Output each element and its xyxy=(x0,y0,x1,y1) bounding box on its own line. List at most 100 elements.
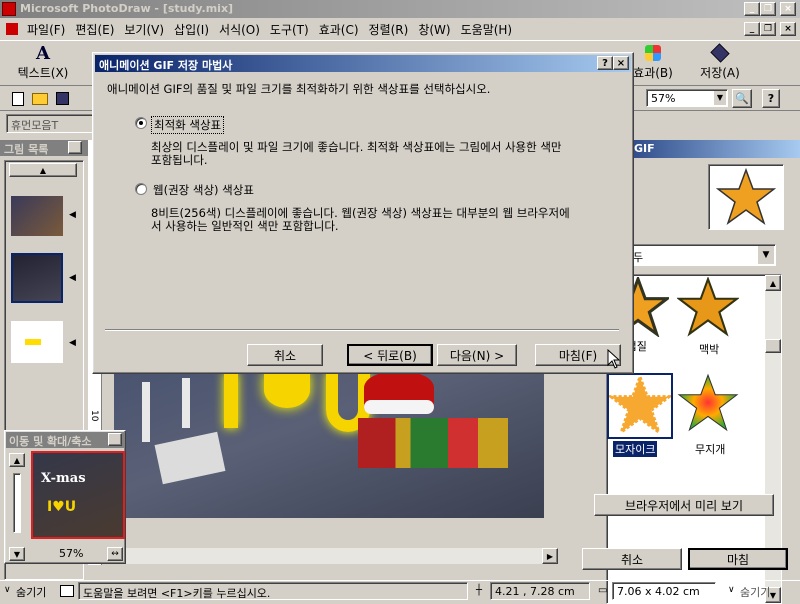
font-combo[interactable]: 휴먼모음T xyxy=(6,114,96,133)
close-button[interactable]: × xyxy=(780,2,796,16)
zoom-dropdown-arrow-icon[interactable]: ▼ xyxy=(714,91,726,105)
option-optimized-radio[interactable] xyxy=(135,117,147,129)
dialog-back-button[interactable]: < 뒤로(B) xyxy=(347,344,433,366)
doc-restore-button[interactable]: ❐ xyxy=(760,22,776,36)
cursor-pos-icon: ┼ xyxy=(476,585,483,596)
mosaic-star-icon xyxy=(606,372,674,436)
effects-tool[interactable]: 효과(B) xyxy=(628,43,678,85)
nav-panel-titlebar: 이동 및 확대/축소 × xyxy=(6,432,124,448)
zoom-value: 57% xyxy=(651,92,676,105)
panel-finish-button[interactable]: 마침 xyxy=(688,548,788,570)
app-title-bar: Microsoft PhotoDraw - [study.mix] _ ❐ × xyxy=(0,0,800,18)
open-icon[interactable] xyxy=(32,93,48,105)
dialog-title: 애니메이션 GIF 저장 마법사 xyxy=(99,59,233,72)
font-value: 휴먼모음T xyxy=(11,119,59,132)
menu-format[interactable]: 서식(O) xyxy=(219,21,260,38)
status-size: 7.06 x 4.02 cm xyxy=(612,582,716,600)
horizontal-scrollbar[interactable]: ▶ xyxy=(114,548,558,564)
option-web-radio[interactable] xyxy=(135,183,147,195)
status-hide-right-label[interactable]: 숨기기 xyxy=(740,584,770,600)
dialog-instruction: 애니메이션 GIF의 품질 및 파일 크기를 최적화하기 위한 색상표를 선택하… xyxy=(107,82,491,96)
menu-tools[interactable]: 도구(T) xyxy=(270,21,309,38)
zoom-out-icon[interactable]: ▼ xyxy=(9,547,25,561)
option-optimized-desc: 최상의 디스플레이 및 파일 크기에 좋습니다. 최적화 색상표에는 그림에서 … xyxy=(151,140,562,167)
menu-insert[interactable]: 삽입(I) xyxy=(174,21,209,38)
gallery-item-4[interactable] xyxy=(677,373,743,439)
thumb-2-arrow-icon: ◀ xyxy=(69,273,76,283)
doc-minimize-button[interactable]: _ xyxy=(744,22,760,36)
menu-view[interactable]: 보기(V) xyxy=(124,21,164,38)
zoom-combo[interactable]: 57% ▼ xyxy=(646,89,728,107)
zoom-in-icon[interactable]: ▲ xyxy=(9,453,25,467)
panel-cancel-button[interactable]: 취소 xyxy=(582,548,682,570)
gif-preview xyxy=(708,164,784,230)
hat-brim xyxy=(364,400,434,414)
picture-list-title: 그림 목록 xyxy=(4,143,49,156)
dialog-help-icon[interactable]: ? xyxy=(597,56,613,70)
new-icon[interactable] xyxy=(12,92,24,106)
card-image xyxy=(154,431,226,485)
mouse-cursor-icon xyxy=(607,349,621,369)
option-web-label[interactable]: 웹(권장 색상) 색상표 xyxy=(153,182,254,198)
gallery-scroll-thumb[interactable] xyxy=(765,339,781,353)
candle-right xyxy=(182,378,190,428)
dialog-close-icon[interactable]: × xyxy=(613,56,629,70)
save-icon[interactable] xyxy=(56,92,69,105)
gallery-item-2[interactable] xyxy=(676,276,743,339)
menu-effects[interactable]: 효과(C) xyxy=(319,21,359,38)
fit-window-icon[interactable]: ↔ xyxy=(107,547,123,561)
menu-file[interactable]: 파일(F) xyxy=(27,21,65,38)
canvas-image[interactable] xyxy=(114,372,544,518)
nav-panel-close-icon[interactable]: × xyxy=(108,433,122,446)
restore-button[interactable]: ❐ xyxy=(760,2,776,16)
save-tool[interactable]: 저장(A) xyxy=(690,43,750,85)
dialog-cancel-button[interactable]: 취소 xyxy=(247,344,323,366)
picture-list-scroll-up[interactable]: ▲ xyxy=(9,163,77,177)
gif-style-value: 두 xyxy=(633,251,644,264)
zoom-slider[interactable] xyxy=(13,473,21,533)
status-help-icon xyxy=(60,585,74,597)
status-coords: 4.21 , 7.28 cm xyxy=(490,582,590,600)
status-hide-arrow-icon[interactable]: ∨ xyxy=(4,585,11,595)
gift-boxes xyxy=(358,418,508,468)
candle-left xyxy=(142,382,150,442)
rainbow-star-icon xyxy=(677,373,739,432)
gif-panel-title: GIF xyxy=(634,142,655,155)
save-wizard-icon xyxy=(710,43,730,63)
radio-dot-icon xyxy=(139,121,143,125)
menu-window[interactable]: 창(W) xyxy=(418,21,450,38)
status-hide-right-arrow-icon[interactable]: ∨ xyxy=(728,585,735,595)
doc-icon xyxy=(6,23,18,35)
thumbnail-1[interactable] xyxy=(11,196,63,236)
status-help-text: 도움말을 보려면 <F1>키를 누르십시오. xyxy=(78,582,468,600)
nav-zoom-panel: 이동 및 확대/축소 × ▲ ▼ X-mas I♥U 57% ↔ xyxy=(4,430,126,564)
gallery-item-3[interactable] xyxy=(606,372,674,439)
picture-list-close-icon[interactable]: × xyxy=(68,141,82,154)
help-icon[interactable]: ? xyxy=(762,89,780,108)
zoom-tool-icon[interactable]: 🔍 xyxy=(732,89,752,108)
letter-i xyxy=(224,372,238,428)
menu-arrange[interactable]: 정렬(R) xyxy=(369,21,409,38)
thumb-3-heart-icon xyxy=(25,339,41,345)
minimize-button[interactable]: _ xyxy=(744,2,760,16)
app-title: Microsoft PhotoDraw - [study.mix] xyxy=(20,2,234,15)
menu-help[interactable]: 도움말(H) xyxy=(461,21,513,38)
nav-thumbnail[interactable]: X-mas I♥U xyxy=(31,451,125,539)
gif-style-arrow-icon[interactable]: ▼ xyxy=(758,246,774,264)
thumbnail-2[interactable] xyxy=(11,253,63,303)
heart-shape xyxy=(264,372,310,408)
menu-bar: 파일(F) 편집(E) 보기(V) 삽입(I) 서식(O) 도구(T) 효과(C… xyxy=(0,19,800,39)
option-optimized-label[interactable]: 최적화 색상표 xyxy=(151,116,225,134)
preview-star-icon xyxy=(716,168,776,225)
nav-panel-title: 이동 및 확대/축소 xyxy=(9,435,92,448)
status-hide-label[interactable]: 숨기기 xyxy=(16,584,46,600)
scroll-right-icon[interactable]: ▶ xyxy=(542,548,558,564)
text-tool[interactable]: A 텍스트(X) xyxy=(10,43,76,85)
browser-preview-button[interactable]: 브라우저에서 미리 보기 xyxy=(594,494,774,516)
doc-close-button[interactable]: × xyxy=(780,22,796,36)
gallery-scroll-up-icon[interactable]: ▲ xyxy=(765,275,781,291)
dialog-next-button[interactable]: 다음(N) > xyxy=(437,344,517,366)
menu-edit[interactable]: 편집(E) xyxy=(75,21,114,38)
gif-style-combo[interactable]: 두 ▼ xyxy=(626,244,776,266)
gallery-label-3: 모자이크 xyxy=(613,441,658,457)
